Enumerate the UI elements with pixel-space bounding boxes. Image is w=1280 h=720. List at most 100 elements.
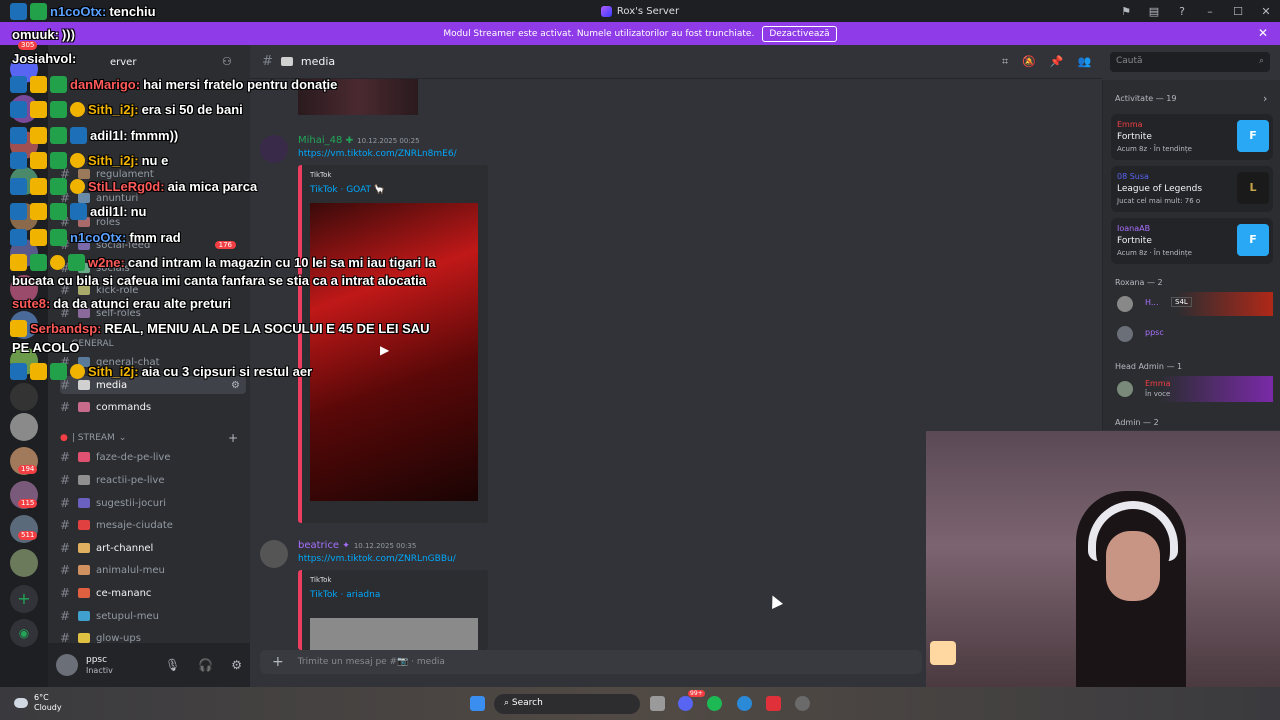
avatar[interactable] <box>260 135 288 163</box>
channel-anunturi[interactable]: # anunturi <box>60 189 246 207</box>
league-of-legends-icon: L <box>1237 172 1269 204</box>
weather-widget[interactable]: 6°C Cloudy <box>14 693 62 713</box>
pin-icon[interactable]: 📌 <box>1050 55 1064 69</box>
server-icon[interactable] <box>10 95 38 123</box>
channel-kick-role[interactable]: # kick-role <box>60 281 246 299</box>
chevron-right-icon[interactable]: › <box>1263 92 1267 105</box>
embed-title[interactable]: TikTok · GOAT 🦙 <box>310 185 385 195</box>
maximize-button[interactable]: ☐ <box>1224 5 1252 18</box>
add-server-icon[interactable]: + <box>10 585 38 613</box>
channel-regulament[interactable]: # regulament <box>60 165 246 183</box>
channel-reactii-pe-live[interactable]: # reactii-pe-live <box>60 471 246 489</box>
home-icon[interactable] <box>10 55 38 83</box>
video-thumbnail[interactable]: ▶ <box>310 203 478 501</box>
message-author[interactable]: Mihai_48 ✚ 10.12.2025 00:25 <box>298 135 420 146</box>
hash-icon: # <box>60 378 71 392</box>
server-icon[interactable] <box>10 131 38 159</box>
member-name: ppsc <box>1145 328 1164 337</box>
emoji-icon <box>78 263 90 273</box>
task-view-icon[interactable] <box>650 696 665 711</box>
headphones-icon[interactable]: 🎧 <box>198 658 213 672</box>
unread-badge: 115 <box>18 499 38 508</box>
channel-animalul-meu[interactable]: # animalul-meu <box>60 561 246 579</box>
microphone-icon[interactable]: 🎙 <box>165 658 180 672</box>
channel-commands[interactable]: # commands <box>60 398 246 416</box>
channel-self-roles[interactable]: # self-roles <box>60 304 246 322</box>
server-icon[interactable] <box>10 347 38 375</box>
previous-embed-image[interactable] <box>298 79 418 115</box>
start-icon[interactable] <box>470 696 485 711</box>
inbox-icon[interactable]: ▤ <box>1140 5 1168 18</box>
app-icon[interactable] <box>766 696 781 711</box>
play-icon[interactable]: ▶ <box>380 343 389 357</box>
disable-streamer-button[interactable]: Dezactivează <box>762 25 837 42</box>
channel-sugestii-jocuri[interactable]: # sugestii-jocuri <box>60 494 246 512</box>
channel-social-feed[interactable]: # social-feed 176 <box>60 236 246 254</box>
threads-icon[interactable]: ⌗ <box>1002 55 1008 69</box>
avatar[interactable] <box>260 540 288 568</box>
message-link[interactable]: https://vm.tiktok.com/ZNRLnGBBu/ <box>298 554 456 564</box>
message-author[interactable]: beatrice ✦ 10.12.2025 00:35 <box>298 540 416 551</box>
obs-icon[interactable] <box>795 696 810 711</box>
server-icon[interactable] <box>10 413 38 441</box>
channel-faze-de-pe-live[interactable]: # faze-de-pe-live <box>60 448 246 466</box>
close-window-button[interactable]: ✕ <box>1252 5 1280 18</box>
channel-label: regulament <box>96 168 154 180</box>
spotify-icon[interactable] <box>707 696 722 711</box>
bell-icon[interactable]: 🔕 <box>1022 55 1036 69</box>
close-banner-icon[interactable]: ✕ <box>1258 26 1268 40</box>
category-general[interactable]: ⌄ GENERAL <box>60 339 114 349</box>
channel-label: faze-de-pe-live <box>96 451 171 463</box>
server-name[interactable]: erver <box>110 57 136 68</box>
user-panel: ppsc Inactiv 🎙 🎧 ⚙ <box>48 643 250 687</box>
video-thumbnail[interactable] <box>310 618 478 650</box>
settings-icon[interactable]: ⚙ <box>231 380 240 391</box>
server-icon[interactable] <box>10 167 38 195</box>
member-row[interactable]: ppsc <box>1111 322 1273 346</box>
channel-setupul-meu[interactable]: # setupul-meu <box>60 607 246 625</box>
search-placeholder: Caută <box>1116 56 1143 66</box>
search-input[interactable]: Caută ⌕ <box>1110 52 1270 72</box>
channel-ce-mananc[interactable]: # ce-mananc <box>60 584 246 602</box>
activity-card[interactable]: IoanaAB Fortnite Acum 8z · În tendințe F <box>1111 218 1273 264</box>
help-icon[interactable]: ? <box>1168 5 1196 18</box>
lamp <box>930 641 956 665</box>
add-member-icon[interactable]: ⚇ <box>222 55 232 68</box>
activity-panel: Activitate — 19 › Emma Fortnite Acum 8z … <box>1102 80 1280 430</box>
channel-art-channel[interactable]: # art-channel <box>60 539 246 557</box>
minimize-button[interactable]: – <box>1196 5 1224 18</box>
server-icon[interactable] <box>10 311 38 339</box>
avatar[interactable] <box>56 654 78 676</box>
taskbar-search[interactable]: ⌕ Search <box>494 694 640 714</box>
add-attachment-icon[interactable]: + <box>272 654 284 670</box>
activity-card[interactable]: 08 Susa League of Legends Jucat cel mai … <box>1111 166 1273 212</box>
discord-icon[interactable] <box>678 696 693 711</box>
member-row[interactable]: H... S4L <box>1111 292 1273 316</box>
edge-icon[interactable] <box>737 696 752 711</box>
embed-title[interactable]: TikTok · ariadna <box>310 590 380 600</box>
channel-socials[interactable]: # socials <box>60 259 246 277</box>
channel-general-chat[interactable]: # general-chat <box>60 353 246 371</box>
emoji-icon <box>78 611 90 621</box>
server-icon[interactable] <box>10 383 38 411</box>
channel-roles[interactable]: # roles <box>60 213 246 231</box>
channel-media[interactable]: # media ⚙ <box>60 376 246 394</box>
role-section-roxana: Roxana — 2 <box>1115 278 1163 287</box>
server-icon[interactable] <box>10 239 38 267</box>
channel-mesaje-ciudate[interactable]: # mesaje-ciudate <box>60 516 246 534</box>
server-icon[interactable] <box>10 549 38 577</box>
server-icon[interactable] <box>10 275 38 303</box>
explore-icon[interactable]: ◉ <box>10 619 38 647</box>
gear-icon[interactable]: ⚙ <box>231 658 242 672</box>
flag-icon[interactable]: ⚑ <box>1112 5 1140 18</box>
message-link[interactable]: https://vm.tiktok.com/ZNRLn8mE6/ <box>298 149 457 159</box>
hash-icon: # <box>60 283 71 297</box>
message-composer[interactable]: + Trimite un mesaj pe #📷 · media <box>260 650 922 674</box>
activity-status: Acum 8z · În tendințe <box>1117 249 1192 257</box>
add-channel-icon[interactable]: + <box>228 431 238 445</box>
member-row[interactable]: Emma În voce <box>1111 376 1273 402</box>
members-icon[interactable]: 👥 <box>1078 55 1092 69</box>
server-icon[interactable] <box>10 203 38 231</box>
category-stream[interactable]: ● | STREAM ⌄ <box>60 433 126 443</box>
activity-card[interactable]: Emma Fortnite Acum 8z · În tendințe F <box>1111 114 1273 160</box>
